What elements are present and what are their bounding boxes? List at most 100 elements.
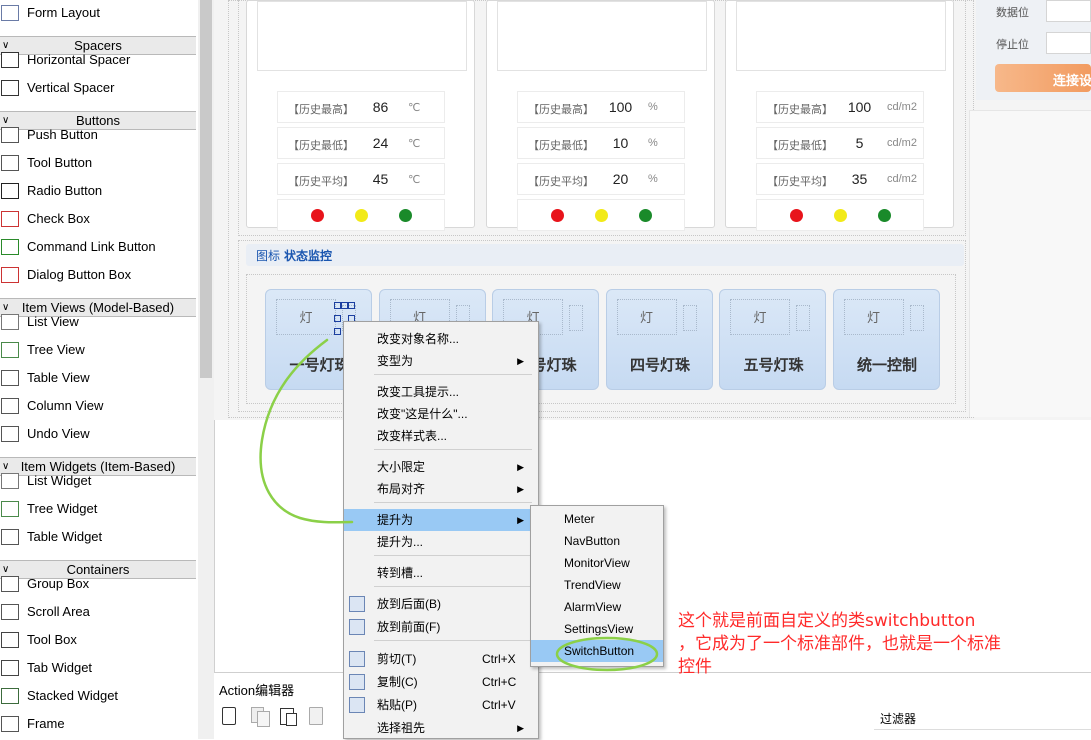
widget-item-list-widget[interactable]: List Widget bbox=[0, 468, 198, 494]
widget-item-table-widget[interactable]: Table Widget bbox=[0, 524, 198, 550]
context-menu-item[interactable]: 改变对象名称... bbox=[344, 328, 538, 350]
widget-item-stacked-widget[interactable]: Stacked Widget bbox=[0, 683, 198, 709]
delete-action-icon[interactable] bbox=[309, 707, 323, 725]
connect-button-label: 连接设 bbox=[1053, 73, 1091, 88]
filter-input[interactable] bbox=[874, 703, 1091, 730]
context-menu-label: 改变样式表... bbox=[377, 429, 448, 443]
frame-icon bbox=[1, 716, 19, 732]
data-bits-combo[interactable] bbox=[1046, 0, 1091, 22]
context-menu-item[interactable]: 大小限定 ▶ bbox=[344, 456, 538, 478]
promote-submenu-label: TrendView bbox=[564, 578, 621, 592]
context-menu-item[interactable]: 放到前面(F) bbox=[344, 616, 538, 638]
history-value: 100 bbox=[608, 99, 633, 115]
widget-item-undo-view[interactable]: Undo View bbox=[0, 421, 198, 447]
list-view-icon bbox=[1, 314, 19, 330]
context-menu-item[interactable]: 改变样式表... bbox=[344, 425, 538, 447]
context-menu-item[interactable]: 改变工具提示... bbox=[344, 381, 538, 403]
widget-item-vertical-spacer[interactable]: Vertical Spacer bbox=[0, 75, 198, 101]
context-menu-item[interactable]: 放到后面(B) bbox=[344, 593, 538, 615]
widget-item-push-button[interactable]: Push Button bbox=[0, 122, 198, 148]
tree-view-icon bbox=[1, 342, 19, 358]
connect-button[interactable]: 连接设 bbox=[995, 64, 1091, 92]
history-row: 【历史平均】 20% bbox=[517, 163, 685, 195]
context-menu-label: 复制(C) bbox=[377, 675, 418, 689]
history-row: 【历史最低】 5 cd/m2 bbox=[756, 127, 924, 159]
context-menu-label: 改变对象名称... bbox=[377, 332, 460, 346]
new-action-icon[interactable] bbox=[222, 707, 236, 725]
stop-bits-combo[interactable] bbox=[1046, 32, 1091, 54]
context-menu-item[interactable]: 选择祖先 ▶ bbox=[344, 717, 538, 739]
status-lights-row bbox=[517, 199, 685, 231]
tab-widget-icon bbox=[1, 660, 19, 676]
widget-item-group-box[interactable]: Group Box bbox=[0, 571, 198, 597]
annotation-text: 这个就是前面自定义的类switchbutton ，它成为了一个标准部件，也就是一… bbox=[678, 610, 1091, 679]
red-light-icon bbox=[790, 209, 803, 222]
widget-item-scroll-area[interactable]: Scroll Area bbox=[0, 599, 198, 625]
form-layout-icon bbox=[1, 5, 19, 21]
context-menu-item[interactable]: 变型为 ▶ bbox=[344, 350, 538, 372]
history-row: 【历史最高】 86 ℃ bbox=[277, 91, 445, 123]
dialog-button-box-icon bbox=[1, 267, 19, 283]
context-menu-label: 布局对齐 bbox=[377, 482, 426, 496]
widget-box-scrollbar-thumb[interactable] bbox=[200, 0, 212, 378]
lamp-button-6[interactable]: 灯统一控制 bbox=[832, 289, 940, 390]
promote-submenu-item[interactable]: Meter bbox=[531, 508, 663, 530]
copy-action-icon[interactable] bbox=[251, 707, 270, 727]
widget-item-list-view[interactable]: List View bbox=[0, 309, 198, 335]
widget-item-horizontal-spacer[interactable]: Horizontal Spacer bbox=[0, 47, 198, 73]
promote-submenu-item[interactable]: TrendView bbox=[531, 574, 663, 596]
undo-view-icon bbox=[1, 426, 19, 442]
data-bits-label: 数据位 bbox=[996, 7, 1029, 19]
widget-item-tab-widget[interactable]: Tab Widget bbox=[0, 655, 198, 681]
widget-item-table-view[interactable]: Table View bbox=[0, 365, 198, 391]
promote-submenu-item[interactable]: NavButton bbox=[531, 530, 663, 552]
context-menu-item[interactable]: 提升为... bbox=[344, 531, 538, 553]
context-menu-item[interactable]: 复制(C) Ctrl+C bbox=[344, 671, 538, 693]
history-unit: cd/m2 bbox=[887, 173, 917, 185]
widget-item-tool-button[interactable]: Tool Button bbox=[0, 150, 198, 176]
widget-item-dialog-button-box[interactable]: Dialog Button Box bbox=[0, 262, 198, 288]
context-menu-label: 变型为 bbox=[377, 354, 414, 368]
widget-item-check-box[interactable]: Check Box bbox=[0, 206, 198, 232]
widget-item-column-view[interactable]: Column View bbox=[0, 393, 198, 419]
widget-item-tree-view[interactable]: Tree View bbox=[0, 337, 198, 363]
widget-item-radio-button[interactable]: Radio Button bbox=[0, 178, 198, 204]
context-menu-item[interactable]: 剪切(T) Ctrl+X bbox=[344, 648, 538, 670]
promote-submenu-item[interactable]: AlarmView bbox=[531, 596, 663, 618]
switch-placeholder[interactable] bbox=[569, 305, 583, 331]
promote-submenu-item[interactable]: MonitorView bbox=[531, 552, 663, 574]
widget-item-frame[interactable]: Frame bbox=[0, 711, 198, 737]
paste-action-icon[interactable] bbox=[280, 706, 298, 726]
lamp-label: 五号灯珠 bbox=[743, 357, 804, 374]
yellow-light-icon bbox=[595, 209, 608, 222]
switch-placeholder[interactable] bbox=[796, 305, 810, 331]
context-menu-item[interactable]: 布局对齐 ▶ bbox=[344, 478, 538, 500]
context-menu-item[interactable]: 提升为 ▶ bbox=[344, 509, 538, 531]
context-menu-item[interactable]: 粘贴(P) Ctrl+V bbox=[344, 694, 538, 716]
switch-placeholder[interactable] bbox=[682, 305, 697, 331]
promote-submenu-item[interactable]: SettingsView bbox=[531, 618, 663, 640]
history-row: 【历史最高】 100% bbox=[517, 91, 685, 123]
history-row: 【历史平均】 45 ℃ bbox=[277, 163, 445, 195]
menu-separator bbox=[374, 449, 532, 450]
push-button-icon bbox=[1, 127, 19, 143]
switch-placeholder[interactable] bbox=[909, 305, 924, 331]
widget-item-command-link-button[interactable]: Command Link Button bbox=[0, 234, 198, 260]
widget-item-tool-box[interactable]: Tool Box bbox=[0, 627, 198, 653]
green-light-icon bbox=[399, 209, 412, 222]
promote-submenu-item[interactable]: SwitchButton bbox=[531, 640, 663, 662]
submenu-arrow-icon: ▶ bbox=[517, 515, 524, 525]
lamp-button-5[interactable]: 灯五号灯珠 bbox=[719, 289, 826, 390]
context-menu-item[interactable]: 改变"这是什么"... bbox=[344, 403, 538, 425]
widget-item-tree-widget[interactable]: Tree Widget bbox=[0, 496, 198, 522]
lamp-button-4[interactable]: 灯四号灯珠 bbox=[605, 289, 713, 390]
stacked-widget-icon bbox=[1, 688, 19, 704]
widget-box-scrollbar[interactable] bbox=[198, 0, 214, 739]
history-value: 10 bbox=[612, 135, 629, 151]
history-label: 【历史最低】 bbox=[528, 140, 594, 152]
context-menu-item[interactable]: 转到槽... bbox=[344, 562, 538, 584]
widget-item-form-layout[interactable]: Form Layout bbox=[0, 0, 198, 26]
section-title: 状态监控 bbox=[284, 249, 333, 263]
widget-item-label: Command Link Button bbox=[27, 239, 156, 254]
widget-item-label: Group Box bbox=[27, 576, 90, 591]
